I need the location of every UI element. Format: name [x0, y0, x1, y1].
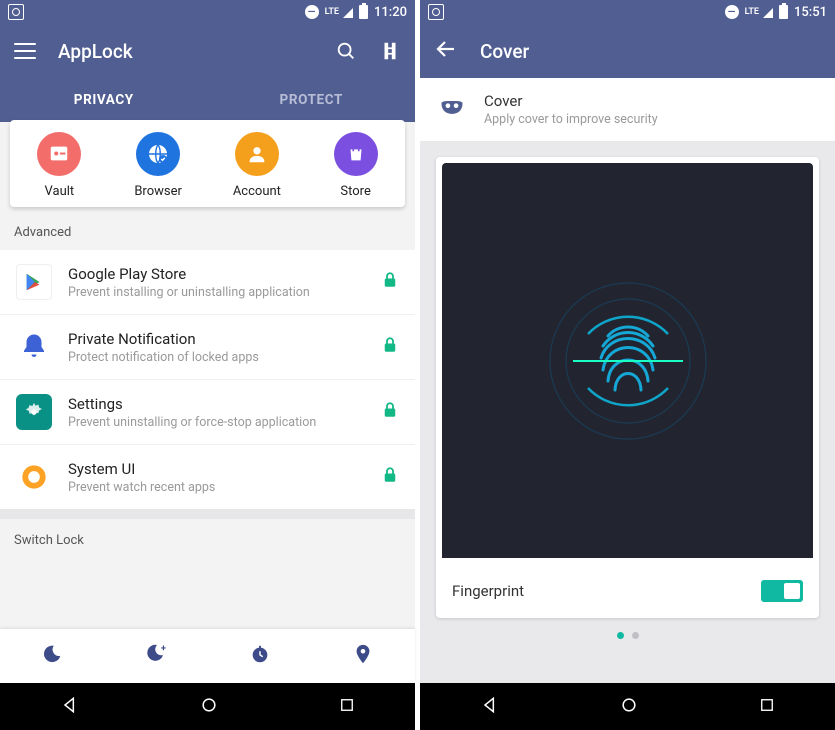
menu-icon[interactable]: [14, 43, 36, 59]
tabs: PRIVACY PROTECT: [0, 78, 415, 122]
row-subtitle: Prevent uninstalling or force-stop appli…: [68, 415, 381, 430]
svg-text:+: +: [161, 644, 166, 654]
fingerprint-toggle-row: Fingerprint: [436, 564, 819, 618]
lock-icon[interactable]: [381, 336, 399, 358]
theme-icon[interactable]: [379, 40, 401, 62]
battery-icon: [359, 5, 368, 19]
shortcut-browser[interactable]: Browser: [109, 132, 208, 199]
bottom-shortcut-bar: +: [0, 629, 415, 683]
row-subtitle: Protect notification of locked apps: [68, 350, 381, 365]
phone-left: — LTE 11:20 AppLock PRIVACY PROTECT: [0, 0, 415, 730]
lock-icon[interactable]: [381, 401, 399, 423]
row-play-store[interactable]: Google Play Store Prevent installing or …: [0, 250, 415, 315]
signal-icon: [761, 6, 773, 18]
back-icon[interactable]: [434, 37, 458, 65]
bell-icon: [16, 329, 52, 365]
page-dot[interactable]: [617, 632, 624, 639]
account-icon: [235, 132, 279, 176]
row-subtitle: Prevent installing or uninstalling appli…: [68, 285, 381, 300]
tab-protect[interactable]: PROTECT: [208, 78, 416, 122]
section-switch-lock: Switch Lock: [0, 519, 415, 598]
moon-icon[interactable]: [41, 643, 63, 669]
cover-subtitle: Apply cover to improve security: [484, 112, 658, 127]
tab-privacy[interactable]: PRIVACY: [0, 78, 208, 122]
battery-icon: [779, 5, 788, 19]
nav-home[interactable]: [619, 695, 639, 719]
cover-title: Cover: [484, 92, 658, 110]
page-indicator: [617, 618, 639, 639]
row-title: Private Notification: [68, 330, 381, 348]
row-system-ui[interactable]: System UI Prevent watch recent apps: [0, 445, 415, 509]
shortcut-store[interactable]: Store: [306, 132, 405, 199]
status-bar: — LTE 15:51: [420, 0, 835, 24]
clock-icon[interactable]: [249, 643, 271, 669]
clock-label: 11:20: [374, 5, 407, 20]
system-ui-icon: [16, 459, 52, 495]
row-private-notification[interactable]: Private Notification Protect notificatio…: [0, 315, 415, 380]
location-icon[interactable]: [352, 643, 374, 669]
fingerprint-preview: [442, 163, 813, 558]
shortcut-label: Account: [233, 184, 281, 199]
divider: [0, 509, 415, 519]
shortcut-vault[interactable]: Vault: [10, 132, 109, 199]
mask-icon: [438, 94, 466, 126]
fingerprint-label: Fingerprint: [452, 582, 524, 600]
cover-card[interactable]: Fingerprint: [436, 157, 819, 618]
network-label: LTE: [745, 8, 759, 17]
dnd-icon: —: [305, 5, 319, 19]
app-bar: Cover: [420, 24, 835, 78]
clock-label: 15:51: [794, 5, 827, 20]
section-advanced: Advanced: [0, 209, 415, 250]
network-label: LTE: [325, 8, 339, 17]
settings-icon: [16, 394, 52, 430]
phone-right: — LTE 15:51 Cover Cover Apply cover to i…: [420, 0, 835, 730]
nav-recent[interactable]: [338, 696, 356, 718]
fingerprint-toggle[interactable]: [761, 580, 803, 602]
moon-plus-icon[interactable]: +: [144, 642, 168, 670]
row-title: Settings: [68, 395, 381, 413]
shortcut-label: Store: [340, 184, 370, 199]
shortcut-label: Browser: [134, 184, 182, 199]
nav-back[interactable]: [480, 695, 500, 719]
lock-icon[interactable]: [381, 466, 399, 488]
app-bar: AppLock PRIVACY PROTECT: [0, 24, 415, 122]
advanced-list: Google Play Store Prevent installing or …: [0, 250, 415, 509]
dnd-icon: —: [725, 5, 739, 19]
search-icon[interactable]: [335, 40, 357, 62]
signal-icon: [341, 6, 353, 18]
cover-body: Fingerprint: [420, 141, 835, 730]
app-title: Cover: [480, 40, 529, 63]
row-settings[interactable]: Settings Prevent uninstalling or force-s…: [0, 380, 415, 445]
page-dot[interactable]: [632, 632, 639, 639]
lock-icon[interactable]: [381, 271, 399, 293]
store-icon: [334, 132, 378, 176]
nav-back[interactable]: [60, 695, 80, 719]
row-title: Google Play Store: [68, 265, 381, 283]
camera-status-icon: [8, 4, 24, 20]
cover-header: Cover Apply cover to improve security: [420, 78, 835, 141]
nav-recent[interactable]: [758, 696, 776, 718]
shortcut-label: Vault: [45, 184, 75, 199]
browser-icon: [136, 132, 180, 176]
play-store-icon: [16, 264, 52, 300]
shortcut-card: Vault Browser Account Store: [10, 120, 405, 207]
row-subtitle: Prevent watch recent apps: [68, 480, 381, 495]
android-navbar: [420, 683, 835, 730]
status-bar: — LTE 11:20: [0, 0, 415, 24]
nav-home[interactable]: [199, 695, 219, 719]
shortcut-account[interactable]: Account: [208, 132, 307, 199]
app-title: AppLock: [58, 40, 133, 63]
row-title: System UI: [68, 460, 381, 478]
vault-icon: [37, 132, 81, 176]
camera-status-icon: [428, 4, 444, 20]
android-navbar: [0, 683, 415, 730]
